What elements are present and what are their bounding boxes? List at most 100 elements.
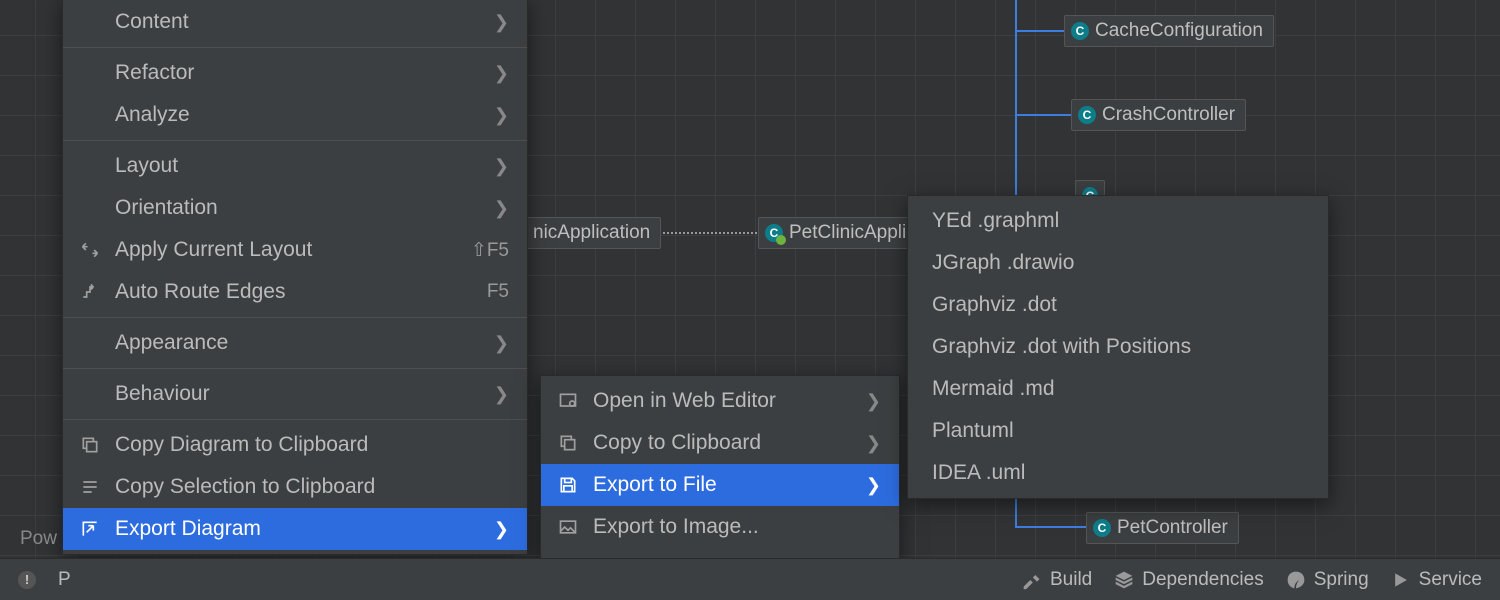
connector-hline	[1015, 526, 1086, 528]
menu-item-label: Appearance	[115, 331, 472, 355]
menu-item-label: Graphviz .dot with Positions	[932, 335, 1310, 359]
menu-item-open-web[interactable]: Open in Web Editor ❯	[541, 380, 899, 422]
statusbar-label: Service	[1419, 569, 1482, 591]
node-label: nicApplication	[533, 222, 650, 244]
menu-separator	[63, 47, 527, 48]
node-label: PetClinicAppli	[789, 222, 906, 244]
chevron-right-icon: ❯	[494, 519, 509, 540]
menu-item-label: IDEA .uml	[932, 461, 1310, 485]
menu-item-label: Analyze	[115, 103, 472, 127]
menu-item-behaviour[interactable]: Behaviour ❯	[63, 373, 527, 415]
menu-item-plantuml[interactable]: Plantuml	[908, 410, 1328, 452]
menu-item-copy-clipboard[interactable]: Copy to Clipboard ❯	[541, 422, 899, 464]
menu-item-shortcut: F5	[487, 281, 509, 303]
menu-item-label: Export Diagram	[115, 517, 472, 541]
menu-item-copy-selection[interactable]: Copy Selection to Clipboard	[63, 466, 527, 508]
menu-item-orientation[interactable]: Orientation ❯	[63, 187, 527, 229]
auto-route-icon	[77, 282, 103, 302]
chevron-right-icon: ❯	[866, 391, 881, 412]
menu-item-shortcut: ⇧F5	[471, 239, 509, 262]
menu-item-export-image[interactable]: Export to Image...	[541, 506, 899, 548]
chevron-right-icon: ❯	[494, 198, 509, 219]
copy-selection-icon	[77, 477, 103, 497]
apply-layout-icon	[77, 240, 103, 260]
menu-item-label: YEd .graphml	[932, 209, 1310, 233]
menu-item-export-diagram[interactable]: Export Diagram ❯	[63, 508, 527, 550]
node-label: PetController	[1117, 517, 1228, 539]
menu-item-apply-layout[interactable]: Apply Current Layout ⇧F5	[63, 229, 527, 271]
node-label: CacheConfiguration	[1095, 20, 1263, 42]
menu-item-label: Refactor	[115, 61, 472, 85]
chevron-right-icon: ❯	[494, 384, 509, 405]
menu-item-label: Content	[115, 10, 472, 34]
menu-item-label: Export to File	[593, 473, 844, 497]
hammer-icon	[1022, 570, 1042, 590]
save-icon	[555, 475, 581, 495]
menu-item-label: Apply Current Layout	[115, 238, 459, 262]
menu-item-export-file[interactable]: Export to File ❯	[541, 464, 899, 506]
statusbar-label: Dependencies	[1142, 569, 1263, 591]
menu-item-auto-route[interactable]: Auto Route Edges F5	[63, 271, 527, 313]
menu-item-label: Plantuml	[932, 419, 1310, 443]
diagram-node-crash-controller[interactable]: C CrashController	[1071, 99, 1246, 131]
connector-hline	[1015, 114, 1071, 116]
menu-item-copy-diagram[interactable]: Copy Diagram to Clipboard	[63, 424, 527, 466]
menu-item-label: Open in Web Editor	[593, 389, 844, 413]
menu-item-label: Copy Selection to Clipboard	[115, 475, 509, 499]
menu-item-analyze[interactable]: Analyze ❯	[63, 94, 527, 136]
chevron-right-icon: ❯	[494, 156, 509, 177]
menu-item-mermaid[interactable]: Mermaid .md	[908, 368, 1328, 410]
menu-item-label: Copy to Clipboard	[593, 431, 844, 455]
diagram-node-app-interface[interactable]: nicApplication	[526, 217, 661, 249]
menu-item-label: Graphviz .dot	[932, 293, 1310, 317]
menu-separator	[63, 140, 527, 141]
menu-item-jgraph[interactable]: JGraph .drawio	[908, 242, 1328, 284]
menu-separator	[63, 317, 527, 318]
menu-item-graphviz-pos[interactable]: Graphviz .dot with Positions	[908, 326, 1328, 368]
export-icon	[77, 519, 103, 539]
statusbar-label: Spring	[1314, 569, 1369, 591]
context-menu: Content ❯ Refactor ❯ Analyze ❯ Layout ❯ …	[62, 0, 528, 555]
statusbar-services[interactable]: Service	[1391, 569, 1482, 591]
chevron-right-icon: ❯	[494, 333, 509, 354]
spring-class-icon	[765, 224, 783, 242]
node-label: CrashController	[1102, 104, 1235, 126]
menu-item-yed[interactable]: YEd .graphml	[908, 200, 1328, 242]
status-bar: Pow ! P Build Dependencies Spring Servic…	[0, 558, 1500, 600]
class-icon: C	[1078, 106, 1096, 124]
diagram-node-app-main[interactable]: PetClinicAppli	[758, 217, 917, 249]
menu-item-idea-uml[interactable]: IDEA .uml	[908, 452, 1328, 494]
statusbar-clipped-text-2: P	[58, 569, 71, 591]
menu-item-content[interactable]: Content ❯	[63, 1, 527, 43]
layers-icon	[1114, 570, 1134, 590]
statusbar-dependencies[interactable]: Dependencies	[1114, 569, 1263, 591]
menu-item-refactor[interactable]: Refactor ❯	[63, 52, 527, 94]
menu-item-label: Orientation	[115, 196, 472, 220]
menu-item-label: Behaviour	[115, 382, 472, 406]
menu-item-graphviz[interactable]: Graphviz .dot	[908, 284, 1328, 326]
menu-item-label: JGraph .drawio	[932, 251, 1310, 275]
statusbar-clipped-text: Pow	[20, 528, 57, 550]
spring-leaf-icon	[1286, 570, 1306, 590]
globe-icon	[555, 391, 581, 411]
class-icon: C	[1071, 22, 1089, 40]
diagram-node-pet-controller[interactable]: C PetController	[1086, 512, 1239, 544]
statusbar-build[interactable]: Build	[1022, 569, 1092, 591]
play-icon	[1391, 570, 1411, 590]
class-icon: C	[1093, 519, 1111, 537]
diagram-node-cache-config[interactable]: C CacheConfiguration	[1064, 15, 1274, 47]
statusbar-spring[interactable]: Spring	[1286, 569, 1369, 591]
chevron-right-icon: ❯	[866, 433, 881, 454]
copy-icon	[77, 435, 103, 455]
menu-item-appearance[interactable]: Appearance ❯	[63, 322, 527, 364]
menu-item-label: Layout	[115, 154, 472, 178]
chevron-right-icon: ❯	[494, 12, 509, 33]
statusbar-label: Build	[1050, 569, 1092, 591]
clipboard-icon	[555, 433, 581, 453]
menu-item-layout[interactable]: Layout ❯	[63, 145, 527, 187]
connector-hline	[1015, 30, 1065, 32]
warning-icon[interactable]: !	[18, 571, 36, 589]
menu-item-label: Export to Image...	[593, 515, 881, 539]
submenu-export-file: YEd .graphml JGraph .drawio Graphviz .do…	[907, 195, 1329, 499]
menu-item-label: Copy Diagram to Clipboard	[115, 433, 509, 457]
